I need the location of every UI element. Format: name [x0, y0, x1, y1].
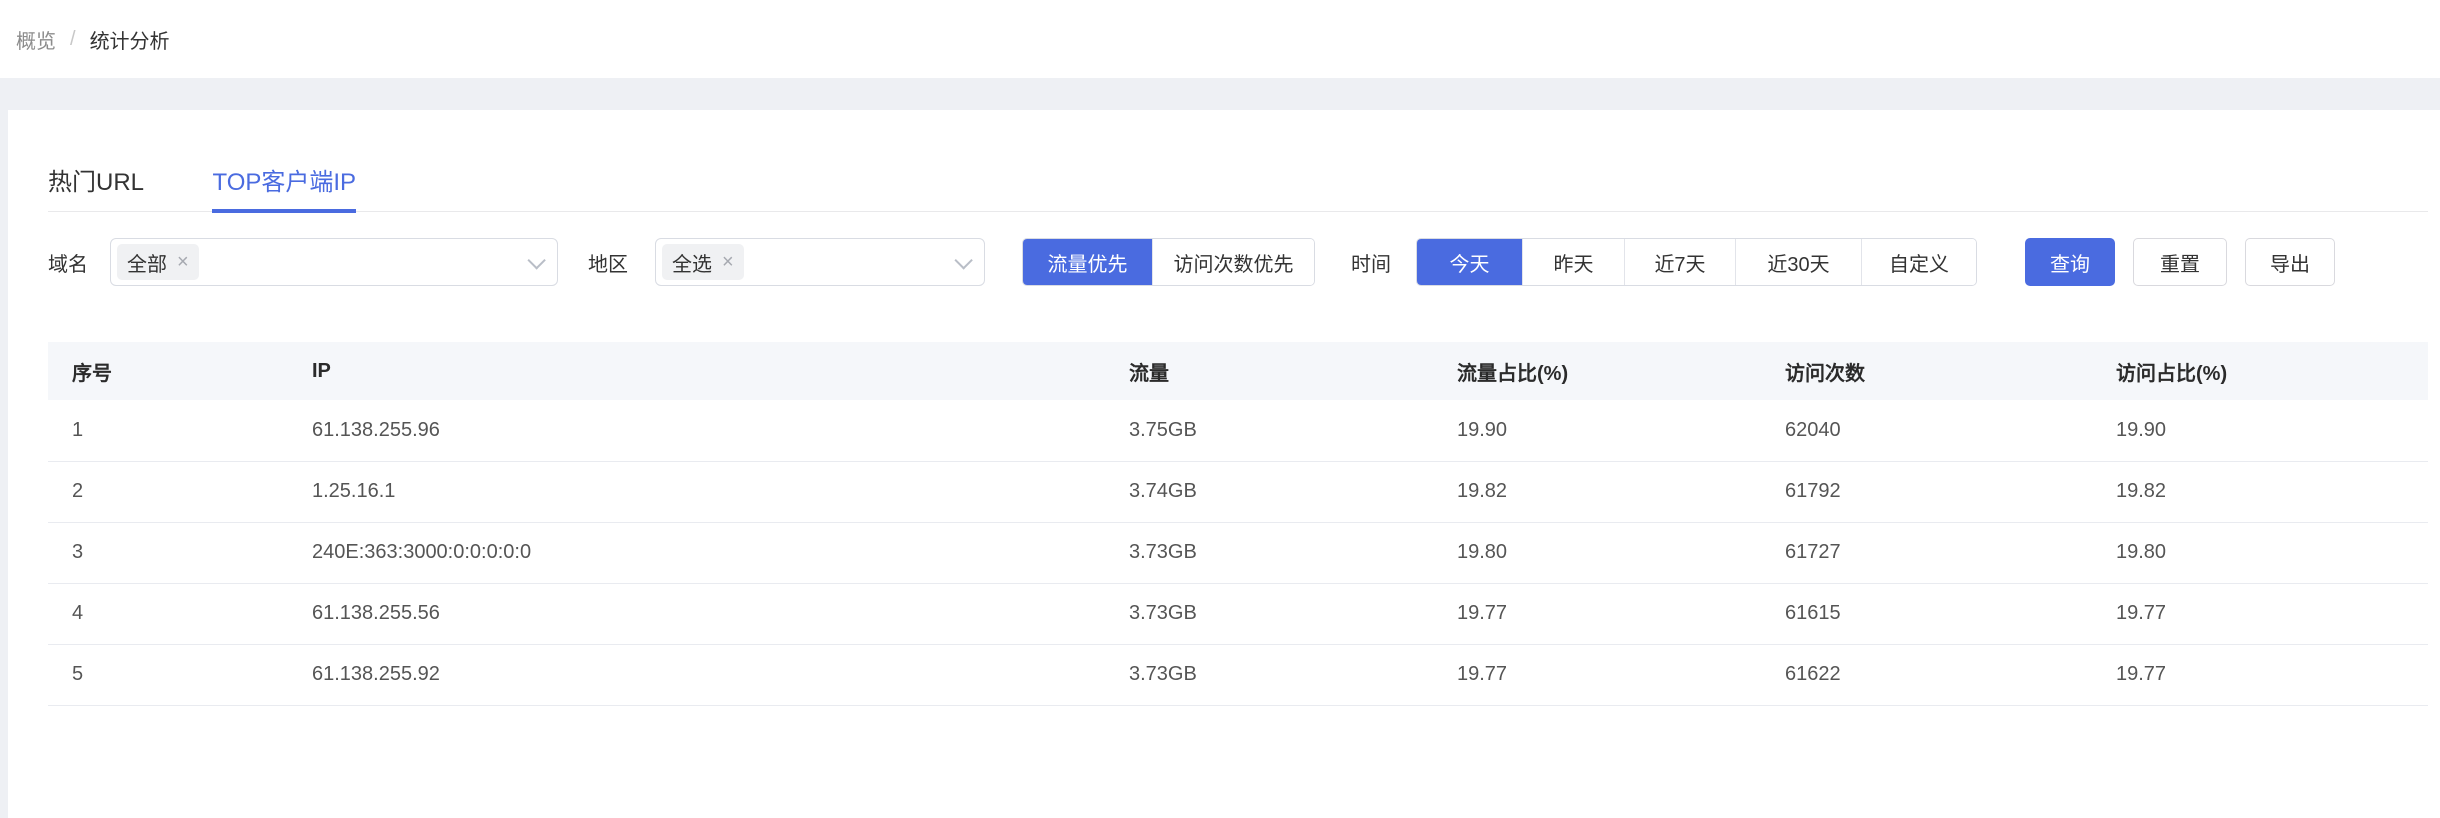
table-row: 4 61.138.255.56 3.73GB 19.77 61615 19.77	[48, 583, 2428, 645]
region-tag-label: 全选	[672, 253, 712, 276]
time-custom-button[interactable]: 自定义	[1861, 239, 1976, 285]
breadcrumb-separator: /	[70, 27, 76, 50]
col-header-traffic: 流量	[1105, 342, 1433, 400]
domain-select[interactable]: 全部 ×	[110, 238, 558, 286]
domain-label: 域名	[48, 253, 88, 276]
time-today-button[interactable]: 今天	[1417, 239, 1522, 285]
table-row: 2 1.25.16.1 3.74GB 19.82 61792 19.82	[48, 461, 2428, 523]
col-header-visits-pct: 访问占比(%)	[2092, 342, 2428, 400]
domain-tag-label: 全部	[127, 253, 167, 276]
domain-selected-tag: 全部 ×	[117, 244, 199, 280]
sort-toggle-group: 流量优先 访问次数优先	[1022, 238, 1315, 286]
cell-index: 2	[48, 461, 288, 523]
cell-traffic: 3.73GB	[1105, 522, 1433, 584]
cell-index: 1	[48, 400, 288, 462]
col-header-index: 序号	[48, 342, 288, 400]
region-selected-tag: 全选 ×	[662, 244, 744, 280]
top-client-ip-table: 序号 IP 流量 流量占比(%) 访问次数 访问占比(%) 1 61.138.2…	[48, 342, 2428, 706]
export-button[interactable]: 导出	[2245, 238, 2335, 286]
cell-visits: 61727	[1761, 522, 2092, 584]
cell-ip: 61.138.255.92	[288, 644, 1105, 706]
cell-visits-pct: 19.80	[2092, 522, 2428, 584]
col-header-visits: 访问次数	[1761, 342, 2092, 400]
cell-ip: 61.138.255.96	[288, 400, 1105, 462]
breadcrumb: 概览 / 统计分析	[0, 0, 2440, 78]
time-last30days-button[interactable]: 近30天	[1735, 239, 1861, 285]
content-card: 热门URL TOP客户端IP 域名 全部 × 地区 全选 × 流量优先 访问次数…	[8, 110, 2440, 818]
cell-traffic: 3.75GB	[1105, 400, 1433, 462]
chevron-down-icon	[954, 250, 973, 270]
cell-visits: 62040	[1761, 400, 2092, 462]
cell-traffic: 3.73GB	[1105, 644, 1433, 706]
cell-ip: 240E:363:3000:0:0:0:0:0	[288, 522, 1105, 584]
time-range-group: 今天 昨天 近7天 近30天 自定义	[1416, 238, 1977, 286]
cell-visits: 61615	[1761, 583, 2092, 645]
cell-ip: 61.138.255.56	[288, 583, 1105, 645]
cell-traffic: 3.74GB	[1105, 461, 1433, 523]
cell-visits: 61622	[1761, 644, 2092, 706]
cell-traffic-pct: 19.90	[1433, 400, 1761, 462]
cell-traffic-pct: 19.82	[1433, 461, 1761, 523]
time-yesterday-button[interactable]: 昨天	[1522, 239, 1624, 285]
cell-index: 5	[48, 644, 288, 706]
cell-visits-pct: 19.90	[2092, 400, 2428, 462]
chevron-down-icon	[527, 250, 546, 270]
table-row: 1 61.138.255.96 3.75GB 19.90 62040 19.90	[48, 400, 2428, 462]
time-last7days-button[interactable]: 近7天	[1624, 239, 1735, 285]
breadcrumb-current: 统计分析	[89, 30, 170, 53]
col-header-ip: IP	[288, 342, 1105, 400]
cell-visits-pct: 19.77	[2092, 644, 2428, 706]
tab-hot-url[interactable]: 热门URL	[48, 165, 144, 213]
cell-traffic-pct: 19.80	[1433, 522, 1761, 584]
region-select[interactable]: 全选 ×	[655, 238, 985, 286]
tab-top-client-ip[interactable]: TOP客户端IP	[212, 165, 357, 213]
query-button[interactable]: 查询	[2025, 238, 2115, 286]
col-header-traffic-pct: 流量占比(%)	[1433, 342, 1761, 400]
tag-close-icon[interactable]: ×	[177, 251, 189, 274]
filter-row: 域名 全部 × 地区 全选 × 流量优先 访问次数优先 时间 今天 昨天 近7天…	[48, 238, 2428, 286]
breadcrumb-item-overview[interactable]: 概览	[16, 25, 56, 54]
reset-button[interactable]: 重置	[2133, 238, 2227, 286]
cell-index: 3	[48, 522, 288, 584]
region-label: 地区	[588, 253, 628, 276]
cell-ip: 1.25.16.1	[288, 461, 1105, 523]
tag-close-icon[interactable]: ×	[722, 251, 734, 274]
cell-visits-pct: 19.82	[2092, 461, 2428, 523]
sort-visits-button[interactable]: 访问次数优先	[1152, 239, 1314, 285]
tab-bar: 热门URL TOP客户端IP	[48, 110, 2428, 213]
table-header-row: 序号 IP 流量 流量占比(%) 访问次数 访问占比(%)	[48, 342, 2428, 400]
cell-traffic-pct: 19.77	[1433, 644, 1761, 706]
cell-visits: 61792	[1761, 461, 2092, 523]
cell-index: 4	[48, 583, 288, 645]
cell-traffic: 3.73GB	[1105, 583, 1433, 645]
table-row: 3 240E:363:3000:0:0:0:0:0 3.73GB 19.80 6…	[48, 522, 2428, 584]
table-row: 5 61.138.255.92 3.73GB 19.77 61622 19.77	[48, 644, 2428, 706]
cell-traffic-pct: 19.77	[1433, 583, 1761, 645]
sort-traffic-button[interactable]: 流量优先	[1023, 239, 1152, 285]
time-label: 时间	[1351, 253, 1391, 276]
cell-visits-pct: 19.77	[2092, 583, 2428, 645]
